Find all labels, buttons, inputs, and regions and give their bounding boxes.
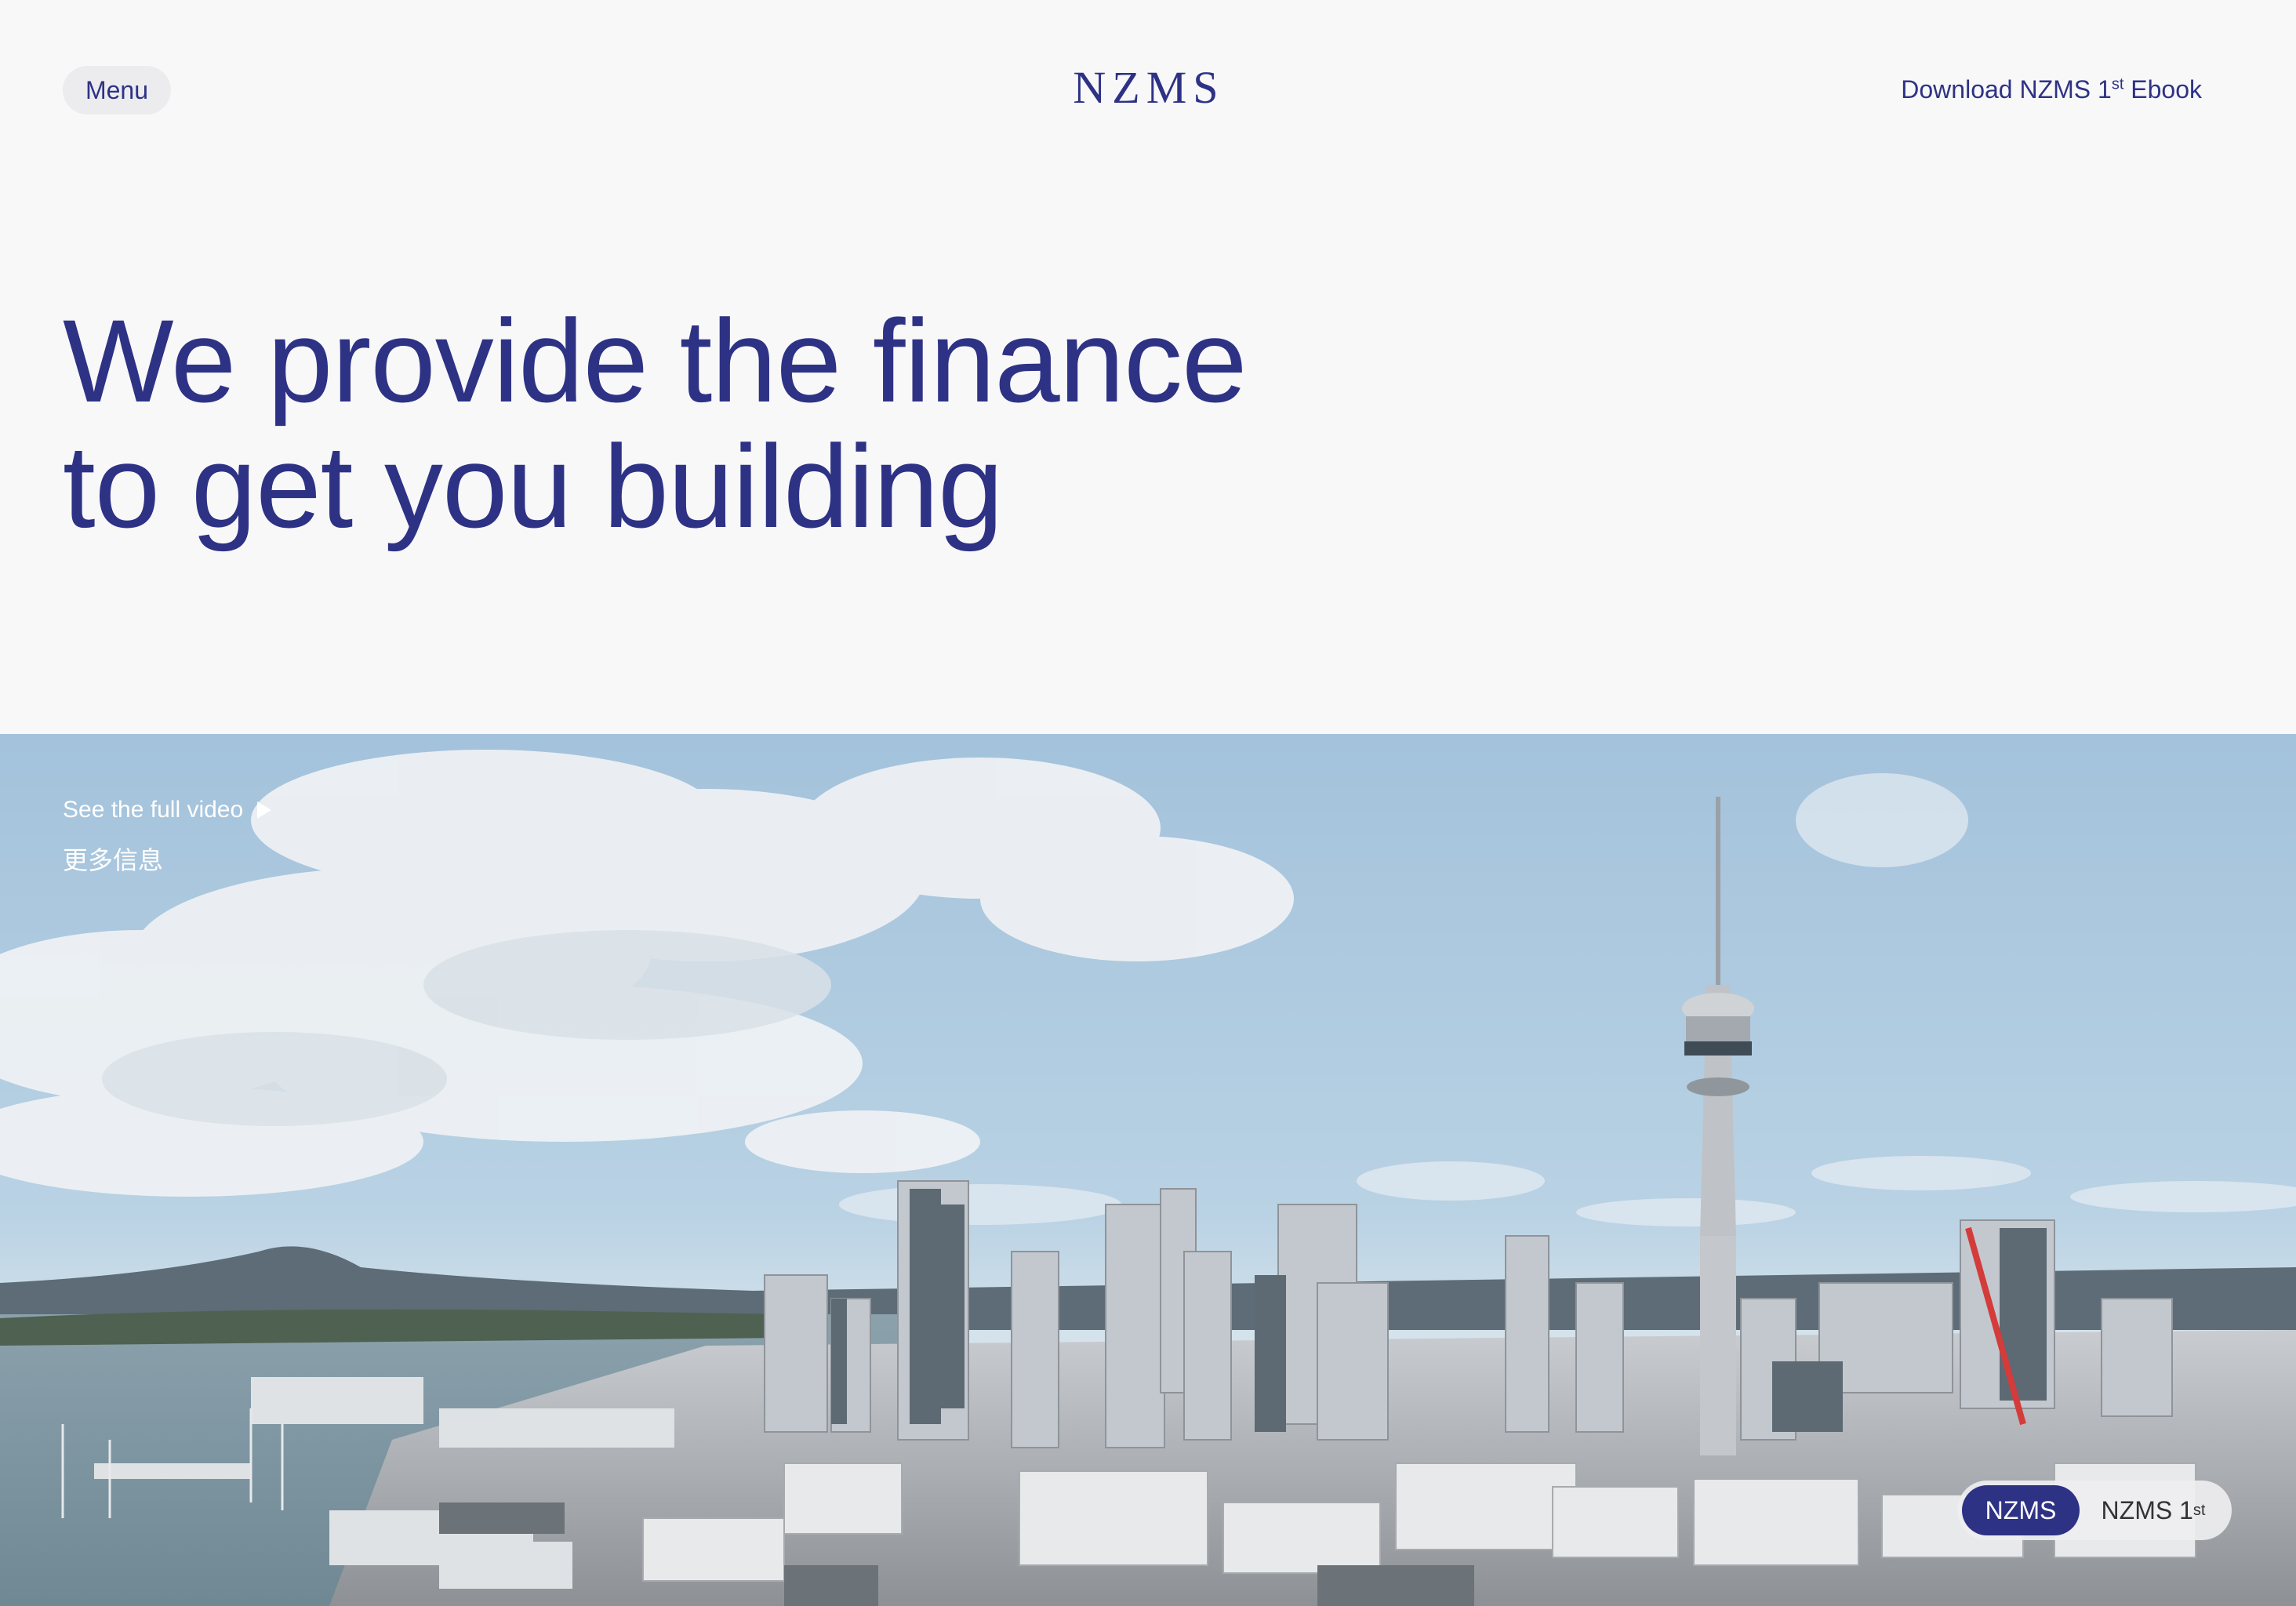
- see-full-video-label: See the full video: [63, 797, 244, 823]
- hero-title-line-1: We provide the finance: [63, 295, 1248, 427]
- hero-title: We provide the finance to get you buildi…: [63, 298, 1396, 549]
- download-link-sup: st: [2111, 75, 2124, 93]
- menu-button[interactable]: Menu: [63, 66, 171, 114]
- toggle-option-nzms-1st[interactable]: NZMS 1st: [2080, 1485, 2227, 1535]
- auckland-skyline-image: [0, 734, 2296, 1606]
- see-full-video-link[interactable]: See the full video: [63, 797, 272, 823]
- download-link-prefix: Download NZMS 1: [1901, 75, 2112, 104]
- more-info-link[interactable]: 更多信息: [63, 841, 163, 877]
- toggle-option-nzms-1st-sup: st: [2192, 1501, 2206, 1519]
- page: Menu NZMS Download NZMS 1st Ebook We pro…: [0, 0, 2296, 1606]
- hero-title-line-2: to get you building: [63, 420, 1004, 552]
- toggle-option-nzms-1st-label: NZMS 1: [2101, 1495, 2193, 1524]
- nzms-logo[interactable]: NZMS: [1070, 61, 1228, 114]
- play-icon: [257, 801, 272, 819]
- download-link-suffix: Ebook: [2123, 75, 2202, 104]
- menu-label: Menu: [85, 75, 149, 104]
- hero-video-panel[interactable]: [0, 734, 2296, 1606]
- toggle-option-nzms-label: NZMS: [1985, 1495, 2057, 1524]
- toggle-option-nzms[interactable]: NZMS: [1962, 1485, 2080, 1535]
- site-header: Menu NZMS Download NZMS 1st Ebook: [0, 0, 2296, 180]
- download-ebook-link[interactable]: Download NZMS 1st Ebook: [1901, 75, 2202, 104]
- brand-toggle: NZMS NZMS 1st: [1957, 1481, 2232, 1540]
